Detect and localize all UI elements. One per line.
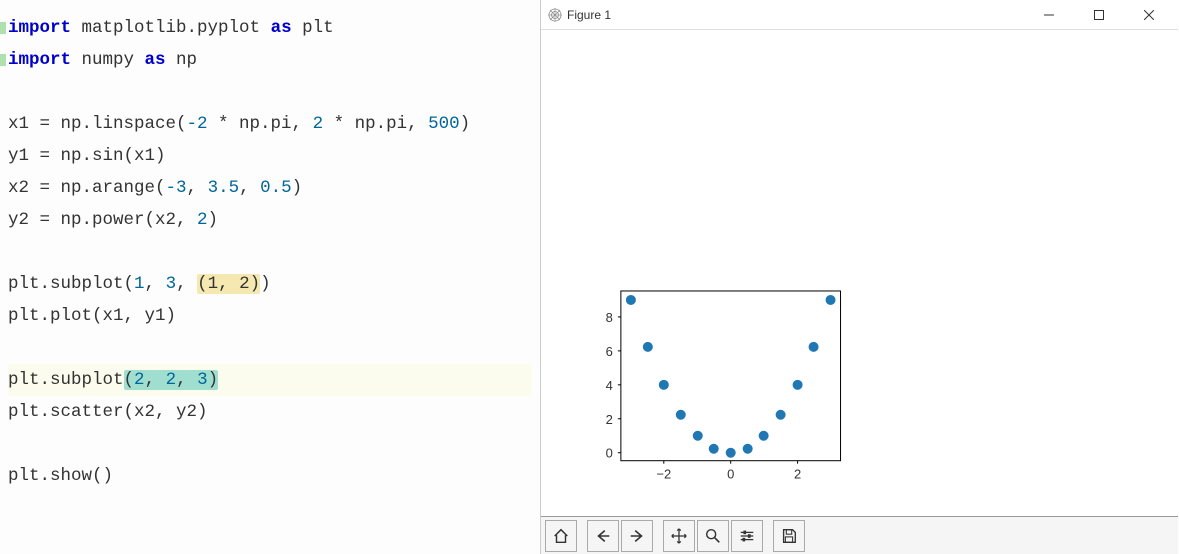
close-button[interactable]: [1126, 1, 1172, 29]
svg-text:4: 4: [606, 378, 613, 393]
code-line-2: import numpy as np: [8, 44, 532, 76]
svg-text:8: 8: [606, 310, 613, 325]
code-editor[interactable]: import matplotlib.pyplot as plt import n…: [0, 0, 540, 554]
sliders-icon: [738, 527, 756, 545]
highlighted-tuple: (1, 2): [197, 274, 260, 294]
code-line-4: x1 = np.linspace(-2 * np.pi, 2 * np.pi, …: [8, 108, 532, 140]
code-line-1: import matplotlib.pyplot as plt: [8, 12, 532, 44]
svg-text:2: 2: [606, 412, 613, 427]
configure-subplots-button[interactable]: [731, 520, 763, 552]
save-button[interactable]: [773, 520, 805, 552]
svg-text:0: 0: [727, 467, 734, 482]
scatter-points: [626, 295, 836, 458]
back-button[interactable]: [587, 520, 619, 552]
svg-text:0: 0: [606, 446, 613, 461]
pan-button[interactable]: [663, 520, 695, 552]
scatter-plot: 0 2 4 6 8 −2 0 2: [541, 30, 1178, 516]
home-icon: [552, 527, 570, 545]
code-line-5: y1 = np.sin(x1): [8, 140, 532, 172]
zoom-icon: [704, 527, 722, 545]
code-line-15: plt.show(): [8, 460, 532, 492]
code-line-3: [8, 76, 532, 108]
axes-frame: [621, 291, 841, 461]
code-line-8: [8, 236, 532, 268]
forward-button[interactable]: [621, 520, 653, 552]
code-line-11: [8, 332, 532, 364]
save-icon: [780, 527, 798, 545]
minimize-button[interactable]: [1026, 1, 1072, 29]
code-line-9: plt.subplot(1, 3, (1, 2)): [8, 268, 532, 300]
svg-text:6: 6: [606, 344, 613, 359]
window-titlebar[interactable]: Figure 1: [541, 0, 1178, 30]
yticks: 0 2 4 6 8: [606, 310, 621, 461]
plot-canvas[interactable]: 0 2 4 6 8 −2 0 2: [541, 30, 1178, 516]
back-arrow-icon: [594, 527, 612, 545]
code-line-12-current: plt.subplot(2, 2, 3): [8, 364, 532, 396]
home-button[interactable]: [545, 520, 577, 552]
matplotlib-toolbar: [541, 516, 1178, 554]
zoom-button[interactable]: [697, 520, 729, 552]
svg-text:2: 2: [794, 467, 801, 482]
code-line-14: [8, 428, 532, 460]
window-title: Figure 1: [567, 8, 611, 22]
code-line-10: plt.plot(x1, y1): [8, 300, 532, 332]
code-line-7: y2 = np.power(x2, 2): [8, 204, 532, 236]
matplotlib-figure-window: Figure 1 0 2 4 6 8 −2 0 2: [540, 0, 1178, 554]
matplotlib-icon: [547, 7, 563, 23]
kw-import: import: [8, 18, 71, 38]
highlighted-args: (2, 2, 3): [124, 370, 219, 390]
forward-arrow-icon: [628, 527, 646, 545]
xticks: −2 0 2: [656, 461, 801, 482]
code-line-6: x2 = np.arange(-3, 3.5, 0.5): [8, 172, 532, 204]
svg-text:−2: −2: [656, 467, 671, 482]
maximize-button[interactable]: [1076, 1, 1122, 29]
code-line-13: plt.scatter(x2, y2): [8, 396, 532, 428]
pan-icon: [670, 527, 688, 545]
